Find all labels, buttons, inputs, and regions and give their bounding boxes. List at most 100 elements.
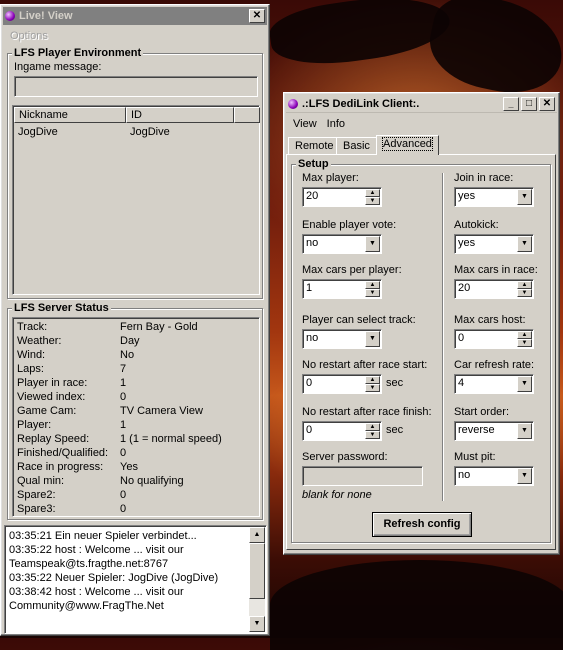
- tab-advanced[interactable]: Advanced: [376, 135, 439, 155]
- column-header-blank[interactable]: [234, 107, 260, 123]
- menu-bar: Options: [1, 27, 269, 45]
- spin-up-icon[interactable]: ▲: [517, 331, 532, 339]
- status-value: 1: [120, 377, 127, 389]
- status-key: Viewed index:: [17, 391, 86, 403]
- max-player-spinner[interactable]: 20 ▲ ▼: [302, 187, 382, 207]
- app-icon: [5, 11, 15, 21]
- live-view-titlebar[interactable]: Live! View ✕: [3, 7, 267, 25]
- log-line: 03:35:21 Ein neuer Spieler verbindet...: [9, 530, 197, 542]
- spin-down-icon[interactable]: ▼: [517, 339, 532, 347]
- car-refresh-rate-select[interactable]: 4 ▼: [454, 374, 534, 394]
- spin-up-icon[interactable]: ▲: [365, 189, 380, 197]
- scroll-up-button[interactable]: ▲: [249, 527, 265, 543]
- list-item[interactable]: JogDive JogDive: [18, 126, 254, 140]
- join-in-race-select[interactable]: yes ▼: [454, 187, 534, 207]
- max-cars-per-player-label: Max cars per player:: [302, 264, 402, 276]
- no-restart-finish-spinner[interactable]: 0 ▲ ▼: [302, 421, 382, 441]
- spin-down-icon[interactable]: ▼: [365, 384, 380, 392]
- column-header-id[interactable]: ID: [126, 107, 234, 123]
- unit-label: sec: [386, 424, 404, 436]
- must-pit-select[interactable]: no ▼: [454, 466, 534, 486]
- spin-down-icon[interactable]: ▼: [517, 289, 532, 297]
- spin-down-icon[interactable]: ▼: [365, 431, 380, 439]
- player-environment-group: LFS Player Environment Ingame message: N…: [7, 47, 263, 299]
- start-order-select[interactable]: reverse ▼: [454, 421, 534, 441]
- spin-up-icon[interactable]: ▲: [517, 281, 532, 289]
- tab-remote[interactable]: Remote: [288, 137, 341, 155]
- autokick-select[interactable]: yes ▼: [454, 234, 534, 254]
- spin-up-icon[interactable]: ▲: [365, 281, 380, 289]
- vertical-scrollbar[interactable]: ▲ ▼: [249, 527, 265, 632]
- chevron-down-icon[interactable]: ▼: [517, 376, 532, 392]
- chat-log[interactable]: 03:35:21 Ein neuer Spieler verbindet... 0…: [4, 525, 267, 634]
- server-password-hint: blank for none: [302, 489, 372, 501]
- tab-basic[interactable]: Basic: [336, 137, 377, 155]
- ingame-message-input[interactable]: [14, 76, 258, 97]
- spinner-buttons[interactable]: ▲ ▼: [517, 281, 532, 297]
- chevron-down-icon[interactable]: ▼: [365, 236, 380, 252]
- server-status-panel: Track: Fern Bay - Gold Weather: Day Wind: No L…: [12, 317, 260, 517]
- tab-label: Remote: [295, 140, 334, 152]
- server-password-input[interactable]: [302, 466, 423, 486]
- close-button[interactable]: ✕: [249, 9, 265, 23]
- status-row: Weather: Day: [17, 335, 257, 349]
- maximize-button[interactable]: □: [521, 96, 537, 111]
- log-line: 03:35:22 Neuer Spieler: JogDive (JogDive…: [9, 572, 219, 584]
- log-line: Community@www.FragThe.Net: [9, 600, 164, 612]
- no-restart-finish-label: No restart after race finish:: [302, 406, 432, 418]
- status-key: Player:: [17, 419, 52, 431]
- menu-view[interactable]: View: [288, 117, 322, 131]
- spinner-buttons[interactable]: ▲ ▼: [517, 331, 532, 347]
- start-order-label: Start order:: [454, 406, 510, 418]
- no-restart-start-spinner[interactable]: 0 ▲ ▼: [302, 374, 382, 394]
- column-header-nickname[interactable]: Nickname: [14, 107, 126, 123]
- spinner-buttons[interactable]: ▲ ▼: [365, 376, 380, 392]
- spin-up-icon[interactable]: ▲: [365, 376, 380, 384]
- tab-panel: Setup Max player: 20 ▲ ▼ Enable player vo…: [286, 154, 556, 550]
- tab-label: Basic: [343, 140, 370, 152]
- spinner-buttons[interactable]: ▲ ▼: [365, 423, 380, 439]
- chevron-down-icon[interactable]: ▼: [517, 468, 532, 484]
- status-value: Fern Bay - Gold: [120, 321, 198, 333]
- spin-down-icon[interactable]: ▼: [365, 197, 380, 205]
- minimize-button[interactable]: _: [503, 96, 519, 111]
- spinner-value: 0: [306, 424, 313, 436]
- player-vote-select[interactable]: no ▼: [302, 234, 382, 254]
- spin-up-icon[interactable]: ▲: [365, 423, 380, 431]
- dedilink-titlebar[interactable]: .:LFS DediLink Client:. _ □ ✕: [286, 95, 557, 113]
- max-cars-per-player-spinner[interactable]: 1 ▲ ▼: [302, 279, 382, 299]
- menu-info[interactable]: Info: [322, 117, 350, 131]
- scroll-down-button[interactable]: ▼: [249, 616, 265, 632]
- spin-down-icon[interactable]: ▼: [365, 289, 380, 297]
- chevron-down-icon[interactable]: ▼: [517, 236, 532, 252]
- refresh-config-button[interactable]: Refresh config: [372, 512, 472, 537]
- background-palm-silhouette: [266, 0, 454, 73]
- status-value: 7: [120, 363, 127, 375]
- spinner-value: 0: [458, 332, 465, 344]
- chevron-down-icon[interactable]: ▼: [365, 331, 380, 347]
- spinner-buttons[interactable]: ▲ ▼: [365, 281, 380, 297]
- select-value: no: [306, 237, 319, 249]
- max-cars-in-race-spinner[interactable]: 20 ▲ ▼: [454, 279, 534, 299]
- max-cars-host-spinner[interactable]: 0 ▲ ▼: [454, 329, 534, 349]
- spinner-buttons[interactable]: ▲ ▼: [365, 189, 380, 205]
- status-value: 0: [120, 489, 127, 501]
- status-key: Game Cam:: [17, 405, 77, 417]
- status-value: Yes: [120, 461, 138, 473]
- status-key: Finished/Qualified:: [17, 447, 109, 459]
- status-key: Spare2:: [17, 489, 56, 501]
- chevron-down-icon[interactable]: ▼: [517, 189, 532, 205]
- scroll-thumb[interactable]: [249, 543, 265, 599]
- chevron-down-icon[interactable]: ▼: [517, 423, 532, 439]
- status-key: Wind:: [17, 349, 46, 361]
- status-key: Weather:: [17, 335, 62, 347]
- menu-options[interactable]: Options: [5, 29, 53, 43]
- select-track-select[interactable]: no ▼: [302, 329, 382, 349]
- status-row: Finished/Qualified: 0: [17, 447, 257, 461]
- player-list[interactable]: Nickname ID JogDive JogDive: [12, 105, 260, 295]
- close-button[interactable]: ✕: [539, 96, 555, 111]
- spinner-value: 1: [306, 282, 313, 294]
- select-value: 4: [458, 377, 465, 389]
- status-key: Replay Speed:: [17, 433, 90, 445]
- window-title: .:LFS DediLink Client:.: [302, 97, 420, 110]
